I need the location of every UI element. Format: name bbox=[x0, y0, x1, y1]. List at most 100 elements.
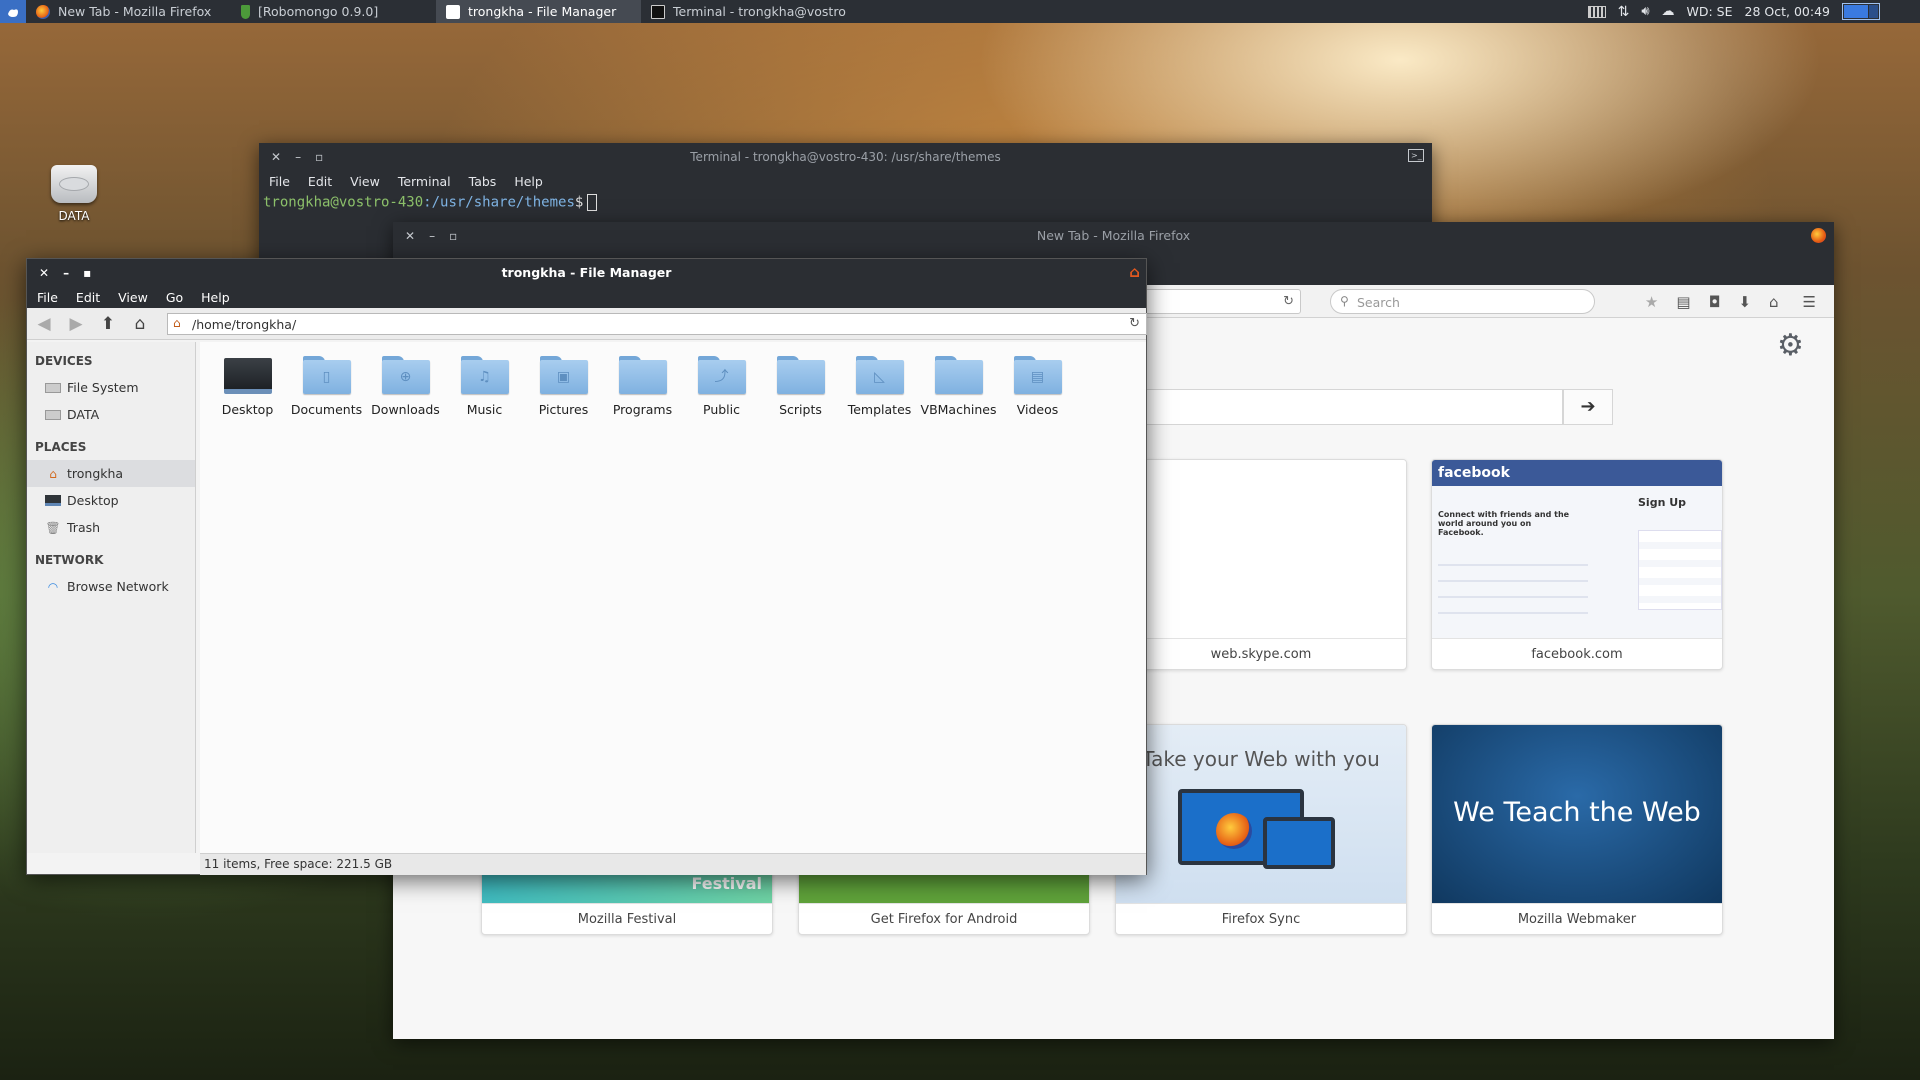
sidebar-item-data[interactable]: DATA bbox=[27, 401, 195, 428]
sidebar-item-trash[interactable]: 🗑︎ Trash bbox=[27, 514, 195, 541]
file-item-music[interactable]: ♫ Music bbox=[445, 354, 524, 417]
volume-icon[interactable]: 🔊︎ bbox=[1641, 4, 1649, 19]
sidebar-heading-places: PLACES bbox=[35, 440, 87, 454]
menu-file[interactable]: File bbox=[269, 174, 290, 189]
tile-caption: web.skype.com bbox=[1116, 638, 1406, 669]
sidebar-item-browse-network[interactable]: ◠ Browse Network bbox=[27, 573, 195, 600]
bookmark-star-icon[interactable]: ★ bbox=[1645, 293, 1658, 311]
reload-icon[interactable]: ↻ bbox=[1283, 294, 1294, 309]
file-item-templates[interactable]: ◺ Templates bbox=[840, 354, 919, 417]
file-item-public[interactable]: ⤴ Public bbox=[682, 354, 761, 417]
terminal-titlebar[interactable]: ✕ – ▫ Terminal - trongkha@vostro-430: /u… bbox=[259, 143, 1432, 170]
home-icon[interactable]: ⌂ bbox=[131, 314, 149, 334]
forward-icon[interactable]: ▶ bbox=[67, 314, 85, 334]
sidebar: DEVICES File System DATA PLACES ⌂ trongk… bbox=[27, 342, 196, 853]
sidebar-item-trongkha[interactable]: ⌂ trongkha bbox=[27, 460, 195, 487]
menu-tabs[interactable]: Tabs bbox=[469, 174, 497, 189]
file-label: Music bbox=[466, 402, 503, 417]
task-terminal[interactable]: Terminal - trongkha@vostro-... bbox=[641, 0, 846, 23]
drive-icon bbox=[45, 409, 61, 420]
tile-firefox-sync[interactable]: Take your Web with you Firefox Sync bbox=[1115, 724, 1407, 935]
location-bar[interactable]: ⌂ /home/trongkha/ ↻ bbox=[167, 313, 1147, 335]
downloads-icon[interactable]: ⬇ bbox=[1738, 293, 1751, 311]
search-input[interactable]: ⚲ Search bbox=[1330, 289, 1595, 314]
trash-icon: 🗑︎ bbox=[45, 520, 61, 535]
file-manager-titlebar[interactable]: ✕ – ▪ trongkha - File Manager ⌂ bbox=[27, 259, 1146, 286]
facebook-logo: facebook bbox=[1432, 460, 1722, 486]
menu-go[interactable]: Go bbox=[166, 290, 183, 305]
desktop-icon bbox=[45, 495, 61, 506]
file-item-desktop[interactable]: Desktop bbox=[208, 354, 287, 417]
menu-view[interactable]: View bbox=[350, 174, 380, 189]
webmaker-headline: We Teach the Web bbox=[1453, 797, 1701, 828]
clock[interactable]: 28 Oct, 00:49 bbox=[1745, 4, 1830, 19]
file-item-documents[interactable]: ▯ Documents bbox=[287, 354, 366, 417]
terminal-icon: >_ bbox=[1408, 149, 1424, 162]
home-folder-icon bbox=[446, 4, 460, 19]
keyboard-icon[interactable] bbox=[1587, 5, 1606, 18]
file-label: Programs bbox=[612, 402, 673, 417]
bookmarks-menu-icon[interactable]: ▤ bbox=[1676, 293, 1690, 311]
task-label: trongkha - File Manager bbox=[468, 4, 617, 19]
keyboard-layout[interactable]: WD: SE bbox=[1687, 4, 1733, 19]
file-label: Templates bbox=[847, 402, 912, 417]
file-item-pictures[interactable]: ▣ Pictures bbox=[524, 354, 603, 417]
file-item-downloads[interactable]: ⊕ Downloads bbox=[366, 354, 445, 417]
status-text: 11 items, Free space: 221.5 GB bbox=[204, 857, 393, 871]
pocket-icon[interactable]: ◘ bbox=[1709, 293, 1721, 311]
wifi-icon[interactable]: ☁ bbox=[1662, 4, 1675, 19]
reload-icon[interactable]: ↻ bbox=[1129, 316, 1140, 331]
app-menu-button[interactable] bbox=[0, 0, 26, 23]
file-item-scripts[interactable]: Scripts bbox=[761, 354, 840, 417]
up-arrow-icon[interactable]: ⬆ bbox=[99, 314, 117, 334]
menu-terminal[interactable]: Terminal bbox=[398, 174, 451, 189]
terminal-output[interactable]: trongkha@vostro-430:/usr/share/themes$ bbox=[259, 192, 1432, 213]
menu-edit[interactable]: Edit bbox=[308, 174, 332, 189]
back-icon[interactable]: ◀ bbox=[35, 314, 53, 334]
prompt-path: :/usr/share/themes bbox=[423, 194, 575, 211]
search-placeholder: Search bbox=[1357, 295, 1400, 310]
home-folder-icon: ⌂ bbox=[173, 316, 181, 330]
home-icon[interactable]: ⌂ bbox=[1769, 293, 1779, 311]
network-transfer-icon[interactable]: ⇅ bbox=[1618, 4, 1630, 20]
firefox-icon bbox=[1811, 228, 1826, 243]
file-view[interactable]: Desktop ▯ Documents ⊕ Downloads ♫ Music … bbox=[200, 342, 1146, 853]
tile-skype[interactable]: web.skype.com bbox=[1115, 459, 1407, 670]
task-file-manager[interactable]: trongkha - File Manager bbox=[436, 0, 641, 23]
sidebar-item-label: Browse Network bbox=[67, 579, 169, 594]
sidebar-item-label: Desktop bbox=[67, 493, 119, 508]
workspace-switcher[interactable] bbox=[1842, 3, 1880, 20]
downloads-folder-icon: ⊕ bbox=[381, 354, 430, 394]
sidebar-item-file-system[interactable]: File System bbox=[27, 374, 195, 401]
videos-folder-icon: ▤ bbox=[1013, 354, 1062, 394]
search-go-button[interactable]: ➔ bbox=[1563, 389, 1613, 425]
sidebar-item-desktop[interactable]: Desktop bbox=[27, 487, 195, 514]
tile-caption: facebook.com bbox=[1432, 638, 1722, 669]
minimize-icon[interactable]: – bbox=[295, 150, 301, 164]
file-item-programs[interactable]: Programs bbox=[603, 354, 682, 417]
hamburger-menu-icon[interactable]: ☰ bbox=[1803, 293, 1816, 311]
menu-file[interactable]: File bbox=[37, 290, 58, 305]
menu-edit[interactable]: Edit bbox=[76, 290, 100, 305]
maximize-icon[interactable]: ▫ bbox=[315, 150, 323, 164]
task-firefox[interactable]: New Tab - Mozilla Firefox bbox=[26, 0, 231, 23]
public-folder-icon: ⤴ bbox=[697, 354, 746, 394]
file-item-videos[interactable]: ▤ Videos bbox=[998, 354, 1077, 417]
home-icon: ⌂ bbox=[1129, 263, 1140, 281]
tile-caption: Mozilla Festival bbox=[482, 903, 772, 934]
tile-mozilla-webmaker[interactable]: We Teach the Web Mozilla Webmaker bbox=[1431, 724, 1723, 935]
close-icon[interactable]: ✕ bbox=[271, 150, 281, 164]
menu-help[interactable]: Help bbox=[201, 290, 230, 305]
firefox-titlebar[interactable]: ✕ – ▫ New Tab - Mozilla Firefox bbox=[393, 222, 1834, 249]
task-robomongo[interactable]: [Robomongo 0.9.0] bbox=[231, 0, 436, 23]
desktop-icon-data[interactable]: DATA bbox=[44, 165, 104, 223]
text-cursor bbox=[587, 194, 598, 211]
terminal-menubar: File Edit View Terminal Tabs Help bbox=[259, 170, 1432, 192]
settings-gear-icon[interactable]: ⚙ bbox=[1777, 328, 1804, 363]
newtab-search-input[interactable] bbox=[1093, 389, 1563, 425]
menu-view[interactable]: View bbox=[118, 290, 148, 305]
desktop-icon-label: DATA bbox=[58, 209, 90, 223]
menu-help[interactable]: Help bbox=[514, 174, 543, 189]
file-item-vbmachines[interactable]: VBMachines bbox=[919, 354, 998, 417]
tile-facebook[interactable]: facebook Connect with friends and the wo… bbox=[1431, 459, 1723, 670]
